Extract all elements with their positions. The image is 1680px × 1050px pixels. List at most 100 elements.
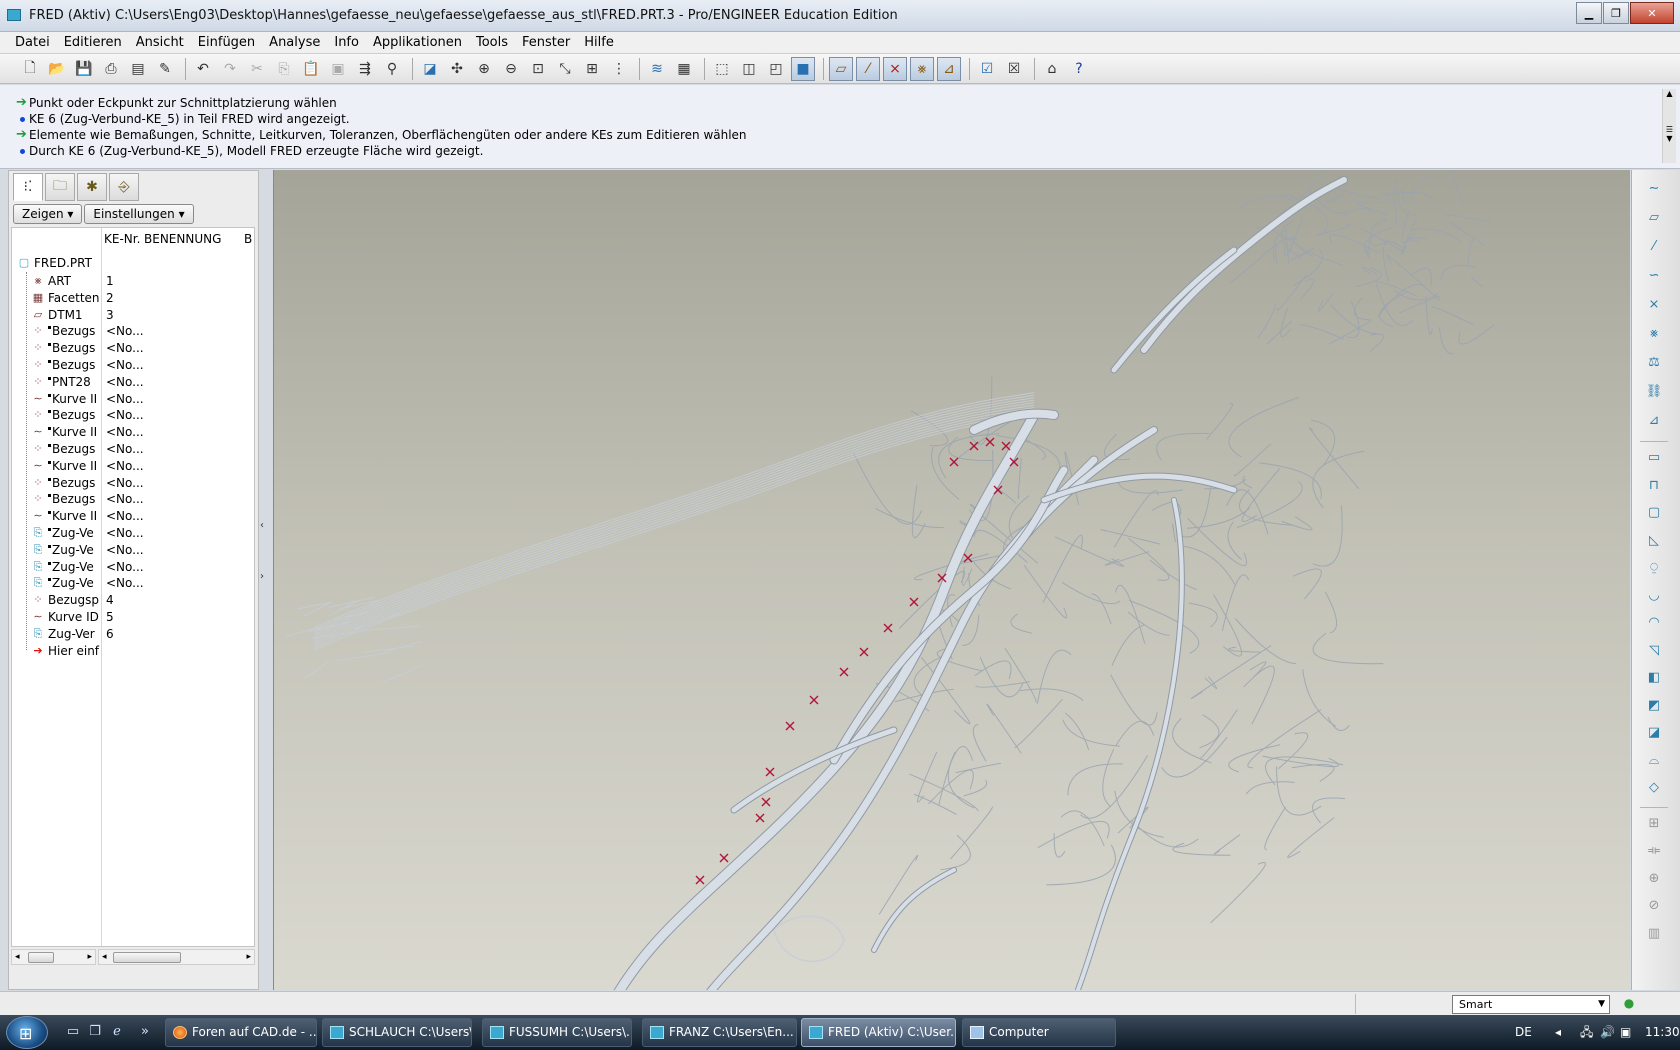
annotation-tool-icon[interactable]: ⊿: [1642, 410, 1666, 432]
datum-axes-icon[interactable]: ⁄: [856, 56, 880, 81]
volume-icon[interactable]: 🔊: [1600, 1018, 1615, 1047]
tree-item[interactable]: ⎘ Zug-Ve <No...: [12, 558, 254, 576]
message-scrollbar[interactable]: ▲ ☰ ▼: [1662, 89, 1676, 163]
tree-item[interactable]: ⁘ Bezugs <No...: [12, 490, 254, 508]
refit-icon[interactable]: ⊡: [526, 57, 550, 81]
start-button[interactable]: ⊞: [6, 1016, 48, 1049]
merge-icon[interactable]: ⊕: [1642, 868, 1666, 890]
mirror-icon[interactable]: ⟚: [1642, 840, 1666, 862]
tree-hscroll-right[interactable]: ◂ ▸: [98, 949, 255, 965]
tree-item[interactable]: ⎘ Zug-Ve <No...: [12, 574, 254, 592]
pattern-icon[interactable]: ⊞: [1642, 813, 1666, 835]
thicken-icon[interactable]: ▥: [1642, 923, 1666, 945]
chamfer-icon[interactable]: ◹: [1642, 640, 1666, 662]
zoom-out-icon[interactable]: ⊖: [499, 57, 523, 81]
undo-icon[interactable]: ↶: [191, 57, 215, 81]
tree-item[interactable]: ∼ Kurve II <No...: [12, 507, 254, 525]
repaint-icon[interactable]: ◪: [418, 57, 442, 81]
menu-analyse[interactable]: Analyse: [262, 32, 327, 54]
column-header-extra[interactable]: B: [244, 228, 253, 250]
switch-windows-icon[interactable]: ❐: [86, 1024, 104, 1042]
context-help-icon[interactable]: ?: [1067, 57, 1091, 81]
datum-axis-tool-icon[interactable]: ⁄: [1642, 236, 1666, 258]
tree-item[interactable]: ⎘ Zug-Ver 6: [12, 625, 254, 643]
annotation-display-icon[interactable]: ⊿: [937, 56, 961, 81]
tree-item[interactable]: ⁘ Bezugs <No...: [12, 322, 254, 340]
appearance-icon[interactable]: ▦: [672, 57, 696, 81]
tray-expand-icon[interactable]: ◂: [1555, 1018, 1561, 1047]
saved-views-icon[interactable]: ⋮: [607, 57, 631, 81]
taskbar-item[interactable]: SCHLAUCH C:\Users\...: [322, 1018, 472, 1047]
draft-icon[interactable]: ◪: [1642, 722, 1666, 744]
extrude-icon[interactable]: ⊓: [1642, 475, 1666, 497]
column-header-name[interactable]: BENENNUNG: [144, 228, 222, 250]
menu-applikationen[interactable]: Applikationen: [366, 32, 469, 54]
menu-editieren[interactable]: Editieren: [57, 32, 129, 54]
tree-item[interactable]: ∼ Kurve II <No...: [12, 423, 254, 441]
tree-hscroll-left[interactable]: ◂ ▸: [11, 949, 96, 965]
tree-item[interactable]: ➔ Hier einf: [12, 642, 254, 660]
spin-center-icon[interactable]: ✣: [445, 57, 469, 81]
minimize-button[interactable]: ▁: [1576, 2, 1602, 24]
shading-icon[interactable]: ■: [791, 56, 815, 81]
close-button[interactable]: ✕: [1630, 2, 1674, 24]
language-indicator[interactable]: DE: [1515, 1018, 1532, 1047]
coordinate-systems-icon[interactable]: ⨳: [910, 56, 934, 81]
taskbar-item[interactable]: Computer: [962, 1018, 1116, 1047]
variable-sweep-icon[interactable]: ◺: [1642, 530, 1666, 552]
panel-collapse-handle[interactable]: ‹ ›: [260, 520, 268, 610]
menu-info[interactable]: Info: [327, 32, 366, 54]
tree-item[interactable]: ∼ Kurve II <No...: [12, 390, 254, 408]
datum-point-tool-icon[interactable]: ⨯: [1642, 294, 1666, 316]
revolve-icon[interactable]: ▢: [1642, 502, 1666, 524]
tree-item[interactable]: ⎘ Zug-Ve <No...: [12, 524, 254, 542]
trim-icon[interactable]: ⊘: [1642, 895, 1666, 917]
find-icon[interactable]: ⚲: [380, 57, 404, 81]
menu-ansicht[interactable]: Ansicht: [129, 32, 191, 54]
tree-item[interactable]: ⁘ Bezugs <No...: [12, 474, 254, 492]
tree-root[interactable]: ▢ FRED.PRT: [12, 254, 254, 272]
analysis-tool-icon[interactable]: ⚖: [1642, 352, 1666, 374]
clock[interactable]: 11:30: [1645, 1018, 1680, 1047]
tree-item[interactable]: ▱ DTM1 3: [12, 306, 254, 324]
chain-tool-icon[interactable]: ⛓: [1642, 381, 1666, 403]
home-icon[interactable]: ⌂: [1040, 57, 1064, 81]
no-hidden-icon[interactable]: ◰: [764, 57, 788, 81]
close-window-icon[interactable]: ☒: [1002, 57, 1026, 81]
wireframe-icon[interactable]: ⬚: [710, 57, 734, 81]
taskbar-item[interactable]: FRANZ C:\Users\En...: [642, 1018, 797, 1047]
tree-item[interactable]: ⁘ Bezugsp 4: [12, 591, 254, 609]
connections-icon[interactable]: ⎆: [109, 173, 139, 201]
print-icon[interactable]: ⎙: [99, 57, 123, 81]
tree-item[interactable]: ⁘ Bezugs <No...: [12, 406, 254, 424]
round-icon[interactable]: ◠: [1642, 612, 1666, 634]
network-icon[interactable]: 🖧: [1580, 1018, 1593, 1047]
maximize-button[interactable]: ❐: [1603, 2, 1629, 24]
settings-button[interactable]: Einstellungen ▾: [84, 204, 194, 224]
model-tree-icon[interactable]: ⁝⁚: [13, 173, 43, 201]
tree-item[interactable]: ⁘ Bezugs <No...: [12, 440, 254, 458]
favorites-icon[interactable]: ✱: [77, 173, 107, 201]
taskbar-item[interactable]: Foren auf CAD.de - ...: [165, 1018, 317, 1047]
blend-icon[interactable]: ⍜: [1642, 557, 1666, 579]
view-manager-icon[interactable]: ⊞: [580, 57, 604, 81]
boundary-blend-icon[interactable]: ⌓: [1642, 750, 1666, 772]
show-desktop-icon[interactable]: ▭: [64, 1024, 82, 1042]
tree-item[interactable]: ⨳ ART 1: [12, 272, 254, 290]
print-preview-icon[interactable]: ▤: [126, 57, 150, 81]
menu-hilfe[interactable]: Hilfe: [577, 32, 621, 54]
menu-tools[interactable]: Tools: [469, 32, 515, 54]
datum-plane-tool-icon[interactable]: ▱: [1642, 207, 1666, 229]
folder-browser-icon[interactable]: 🗀: [45, 173, 75, 201]
menu-einfuegen[interactable]: Einfügen: [191, 32, 262, 54]
menu-datei[interactable]: Datei: [8, 32, 57, 54]
redo-icon[interactable]: ↷: [218, 57, 242, 81]
copy-icon[interactable]: ⎘: [272, 57, 296, 81]
column-header-num[interactable]: KE-Nr.: [104, 228, 141, 250]
tree-item[interactable]: ∼ Kurve II <No...: [12, 457, 254, 475]
regenerate-icon[interactable]: ⇶: [353, 57, 377, 81]
hidden-line-icon[interactable]: ◫: [737, 57, 761, 81]
tree-item[interactable]: ⁘ Bezugs <No...: [12, 339, 254, 357]
paste-icon[interactable]: 📋: [299, 57, 323, 81]
datum-planes-icon[interactable]: ▱: [829, 56, 853, 81]
